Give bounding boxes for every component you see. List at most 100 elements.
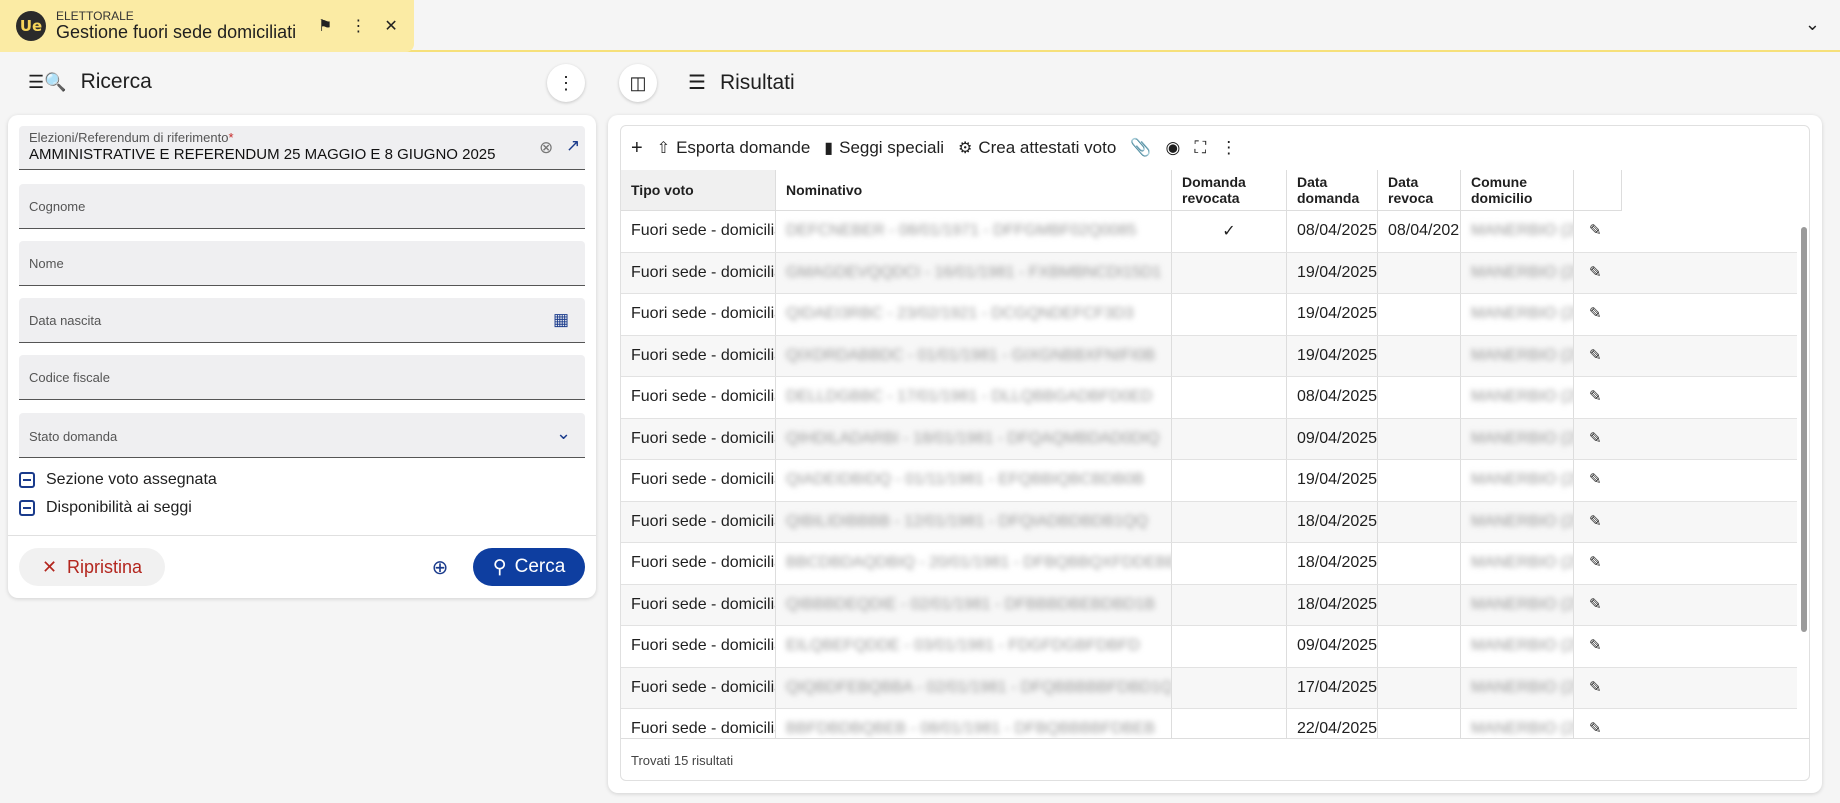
bookmark-icon[interactable]: ⚑: [318, 16, 332, 36]
eye-icon: ◉: [1165, 138, 1181, 157]
cell-tipo: Fuori sede - domiciliato: [631, 720, 775, 738]
seggi-button[interactable]: ▮ Seggi speciali: [824, 138, 944, 158]
cell-tipo: Fuori sede - domiciliato: [631, 346, 775, 364]
disponibilita-seggi-checkbox[interactable]: Disponibilità ai seggi: [19, 499, 192, 517]
table-row[interactable]: Fuori sede - domiciliato EILQBEFQDDE - 03…: [621, 626, 1797, 668]
fullscreen-button[interactable]: ⛶: [1194, 138, 1206, 158]
search-more-button[interactable]: ⋮: [547, 64, 585, 102]
codice-fiscale-field[interactable]: Codice fiscale: [19, 355, 585, 400]
edit-icon[interactable]: ✎: [1589, 221, 1602, 239]
sezione-voto-checkbox[interactable]: Sezione voto assegnata: [19, 471, 217, 489]
indeterminate-checkbox-icon: [19, 500, 35, 516]
stato-domanda-placeholder: Stato domanda: [29, 429, 118, 444]
toolbar-more-button[interactable]: ⋮: [1220, 138, 1237, 158]
cell-data-revoca: 08/04/2025: [1388, 222, 1461, 240]
search-panel-header: ☰🔍 Ricerca: [28, 70, 152, 94]
cell-data-domanda: 18/04/2025: [1297, 595, 1378, 613]
table-row[interactable]: Fuori sede - domiciliato GMAGDEVQQDCI - 1…: [621, 252, 1797, 294]
scrollbar-thumb[interactable]: [1801, 227, 1807, 632]
column-header-revocata[interactable]: Domanda revocata: [1172, 170, 1287, 211]
table-row[interactable]: Fuori sede - domiciliato QIDAEI3RBC - 23/…: [621, 294, 1797, 336]
elezioni-field[interactable]: Elezioni/Referendum di riferimento* AMMI…: [19, 126, 585, 170]
results-grid-container: + ⇧ Esporta domande ▮ Seggi speciali ⚙ Crea…: [620, 125, 1810, 781]
search-label: Cerca: [514, 556, 566, 577]
vertical-scrollbar[interactable]: [1799, 215, 1807, 735]
edit-icon[interactable]: ✎: [1589, 346, 1602, 364]
cell-comune: MANERBIO (2502: [1471, 346, 1574, 364]
edit-icon[interactable]: ✎: [1589, 553, 1602, 571]
calendar-icon[interactable]: ▦: [553, 310, 569, 330]
table-row[interactable]: Fuori sede - domiciliato BBCDBDAQDBIQ - 2…: [621, 543, 1797, 585]
edit-icon[interactable]: ✎: [1589, 512, 1602, 530]
edit-icon[interactable]: ✎: [1589, 470, 1602, 488]
edit-icon[interactable]: ✎: [1589, 429, 1602, 447]
cell-data-domanda: 19/04/2025: [1297, 471, 1378, 489]
table-row[interactable]: Fuori sede - domiciliato QIXDRDABBDC - 01…: [621, 335, 1797, 377]
table-row[interactable]: Fuori sede - domiciliato QIQBDFEBQBBA - 0…: [621, 667, 1797, 709]
table-row[interactable]: Fuori sede - domiciliato QIADEIDBIDQ - 01…: [621, 460, 1797, 502]
cell-tipo: Fuori sede - domiciliato: [631, 637, 775, 655]
results-count: Trovati 15 risultati: [621, 738, 1809, 780]
nome-placeholder: Nome: [29, 256, 64, 271]
export-button[interactable]: ⇧ Esporta domande: [657, 138, 811, 158]
edit-icon[interactable]: ✎: [1589, 719, 1602, 737]
cell-data-domanda: 22/04/2025: [1297, 720, 1378, 738]
toggle-sidebar-button[interactable]: ◫: [619, 64, 657, 102]
cognome-field[interactable]: Cognome: [19, 184, 585, 229]
add-button[interactable]: +: [631, 137, 643, 160]
checkbox-label: Sezione voto assegnata: [46, 471, 217, 488]
cell-data-domanda: 19/04/2025: [1297, 263, 1378, 281]
cell-comune: MANERBIO (2502: [1471, 678, 1574, 696]
more-vert-icon[interactable]: ⋮: [350, 16, 366, 36]
search-list-icon: ☰🔍: [28, 71, 67, 92]
checkbox-label: Disponibilità ai seggi: [46, 499, 192, 516]
column-header-tipo[interactable]: Tipo voto: [621, 170, 776, 211]
cell-comune: MANERBIO (2502: [1471, 222, 1574, 240]
table-row[interactable]: Fuori sede - domiciliato DELLDGBBC - 17/0…: [621, 377, 1797, 419]
search-button[interactable]: ⚲ Cerca: [473, 548, 585, 586]
table-row[interactable]: Fuori sede - domiciliato QIBBBDEQDIE - 02…: [621, 584, 1797, 626]
reset-button[interactable]: ✕ Ripristina: [19, 548, 165, 586]
nome-field[interactable]: Nome: [19, 241, 585, 286]
column-header-data-revoca[interactable]: Data revoca: [1378, 170, 1461, 211]
cell-tipo: Fuori sede - domiciliato: [631, 471, 775, 489]
advanced-search-button[interactable]: ⊕: [421, 548, 459, 586]
edit-icon[interactable]: ✎: [1589, 304, 1602, 322]
stato-domanda-select[interactable]: Stato domanda ⌄: [19, 413, 585, 458]
cell-comune: MANERBIO (2502: [1471, 720, 1574, 738]
view-button[interactable]: ◉: [1166, 138, 1181, 158]
column-header-data-domanda[interactable]: Data domanda: [1287, 170, 1378, 211]
edit-icon[interactable]: ✎: [1589, 595, 1602, 613]
indeterminate-checkbox-icon: [19, 472, 35, 488]
more-vert-icon: ⋮: [1220, 138, 1238, 157]
attach-button[interactable]: 📎: [1130, 138, 1151, 158]
cell-revocata: ✓: [1222, 223, 1236, 241]
table-row[interactable]: Fuori sede - domiciliato DEFCNEBER - 08/0…: [621, 211, 1797, 253]
results-panel-header: ☰ Risultati: [688, 70, 795, 95]
open-external-icon[interactable]: ↗: [566, 136, 580, 156]
cell-nominativo: QIADEIDBIDQ - 01/11/1981 - EFQBBIQBCBDB0…: [786, 471, 1145, 489]
table-row[interactable]: Fuori sede - domiciliato QIHDILADARBI - 1…: [621, 418, 1797, 460]
cell-comune: MANERBIO (2502: [1471, 637, 1574, 655]
close-icon[interactable]: ✕: [384, 16, 397, 36]
bar-chart-icon: ▮: [824, 140, 834, 157]
share-icon: ⇧: [656, 140, 671, 157]
edit-icon[interactable]: ✎: [1589, 636, 1602, 654]
cell-tipo: Fuori sede - domiciliato: [631, 429, 775, 447]
edit-icon[interactable]: ✎: [1589, 263, 1602, 281]
cell-comune: MANERBIO (2502: [1471, 305, 1574, 323]
edit-icon[interactable]: ✎: [1589, 387, 1602, 405]
table-row[interactable]: Fuori sede - domiciliato QIBILIDIBBBB - 1…: [621, 501, 1797, 543]
chevron-down-icon[interactable]: ⌄: [1805, 14, 1820, 35]
app-tab[interactable]: Ue ELETTORALE Gestione fuori sede domici…: [0, 0, 414, 52]
data-nascita-field[interactable]: Data nascita ▦: [19, 298, 585, 343]
column-header-comune[interactable]: Comune domicilio: [1461, 170, 1574, 211]
cell-tipo: Fuori sede - domiciliato: [631, 554, 775, 572]
column-header-nominativo[interactable]: Nominativo: [776, 170, 1172, 211]
clear-icon[interactable]: ⊗: [539, 138, 553, 158]
zoom-in-icon: ⊕: [431, 556, 449, 579]
edit-icon[interactable]: ✎: [1589, 678, 1602, 696]
paperclip-icon: 📎: [1130, 138, 1152, 157]
attestati-button[interactable]: ⚙ Crea attestati voto: [958, 138, 1116, 158]
table-row[interactable]: Fuori sede - domiciliato BBFDBDBQBEB - 08…: [621, 709, 1797, 738]
